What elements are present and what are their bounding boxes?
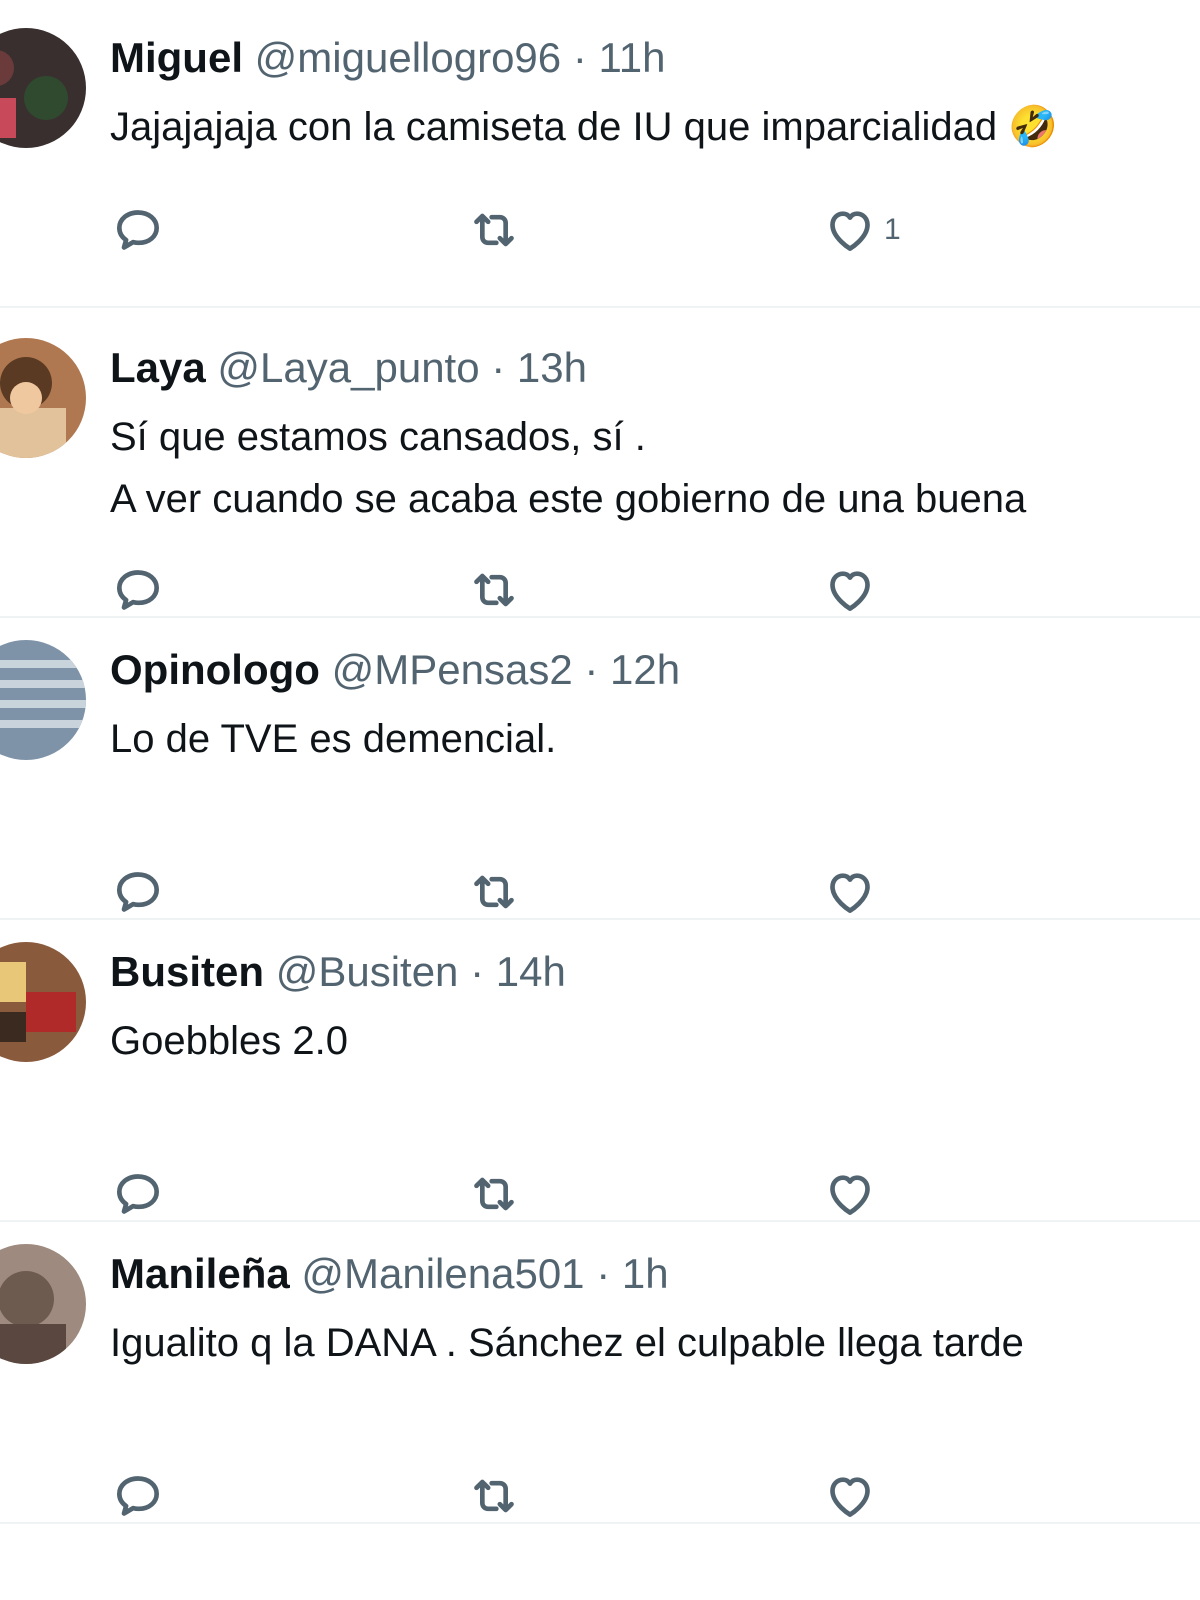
user-handle[interactable]: @miguellogro96 (255, 34, 561, 81)
avatar[interactable] (0, 1244, 86, 1364)
timestamp[interactable]: 11h (598, 34, 665, 81)
like-button[interactable]: 1 (822, 200, 901, 260)
display-name[interactable]: Manileña (110, 1250, 290, 1297)
reply-icon (117, 1476, 160, 1516)
avatar[interactable] (0, 640, 86, 760)
tweet-header: Busiten @Busiten · 14h (110, 942, 566, 1002)
tweet-header: Miguel @miguellogro96 · 11h (110, 28, 665, 88)
reply-icon (117, 570, 160, 610)
separator-dot: · (491, 344, 506, 391)
like-button[interactable] (822, 1164, 884, 1224)
avatar[interactable] (0, 28, 86, 148)
tweet-actions (0, 1466, 1200, 1526)
tweet-header: Opinologo @MPensas2 · 12h (110, 640, 680, 700)
tweet-header: Manileña @Manilena501 · 1h (110, 1244, 669, 1304)
avatar[interactable] (0, 942, 86, 1062)
display-name[interactable]: Busiten (110, 948, 264, 995)
reply-icon (117, 1174, 160, 1214)
like-button[interactable] (822, 560, 884, 620)
tweet-text: Igualito q la DANA . Sánchez el culpable… (110, 1321, 1024, 1365)
separator-dot: · (584, 646, 599, 693)
heart-icon (830, 211, 870, 252)
tweet-text: Lo de TVE es demencial. (110, 717, 557, 761)
tweet-text: Goebbles 2.0 (110, 1019, 348, 1063)
reply-icon (117, 210, 160, 250)
retweet-button[interactable] (466, 862, 522, 922)
timestamp[interactable]: 13h (517, 344, 587, 391)
heart-icon (830, 1477, 870, 1517)
tweet-text: Jajajajaja con la camiseta de IU que imp… (110, 105, 1059, 149)
timestamp[interactable]: 14h (496, 948, 566, 995)
tweet-text: Sí que estamos cansados, sí . A ver cuan… (110, 415, 1027, 521)
separator-dot: · (596, 1250, 611, 1297)
user-handle[interactable]: @Busiten (276, 948, 459, 995)
avatar[interactable] (0, 338, 86, 458)
reply-button[interactable] (110, 1466, 166, 1526)
tweet-actions (0, 560, 1200, 620)
tweet-actions: 1 (0, 200, 1200, 260)
like-button[interactable] (822, 862, 884, 922)
timestamp[interactable]: 12h (610, 646, 680, 693)
reply-button[interactable] (110, 200, 166, 260)
user-handle[interactable]: @MPensas2 (332, 646, 573, 693)
like-button[interactable] (822, 1466, 884, 1526)
retweet-button[interactable] (466, 1164, 522, 1224)
retweet-icon (474, 875, 514, 909)
retweet-icon (474, 1177, 514, 1211)
separator-dot: · (470, 948, 485, 995)
tweet-actions (0, 1164, 1200, 1224)
user-handle[interactable]: @Laya_punto (217, 344, 479, 391)
reply-icon (117, 872, 160, 912)
reply-button[interactable] (110, 862, 166, 922)
user-handle[interactable]: @Manilena501 (301, 1250, 584, 1297)
heart-icon (830, 571, 870, 611)
display-name[interactable]: Opinologo (110, 646, 320, 693)
reply-button[interactable] (110, 1164, 166, 1224)
display-name[interactable]: Laya (110, 344, 206, 391)
separator-dot: · (572, 34, 587, 81)
tweet-reply[interactable]: Miguel @miguellogro96 · 11h Jajajajaja co… (0, 0, 1200, 308)
retweet-icon (474, 213, 514, 247)
heart-icon (830, 873, 870, 913)
retweet-button[interactable] (466, 1466, 522, 1526)
retweet-button[interactable] (466, 560, 522, 620)
tweet-header: Laya @Laya_punto · 13h (110, 338, 587, 398)
reply-button[interactable] (110, 560, 166, 620)
retweet-icon (474, 1479, 514, 1513)
heart-icon (830, 1175, 870, 1215)
reply-feed: Miguel @miguellogro96 · 11h Jajajajaja co… (0, 0, 1200, 1600)
retweet-button[interactable] (466, 200, 522, 260)
retweet-icon (474, 573, 514, 607)
timestamp[interactable]: 1h (622, 1250, 669, 1297)
display-name[interactable]: Miguel (110, 34, 243, 81)
tweet-actions (0, 862, 1200, 922)
like-count: 1 (884, 213, 901, 246)
